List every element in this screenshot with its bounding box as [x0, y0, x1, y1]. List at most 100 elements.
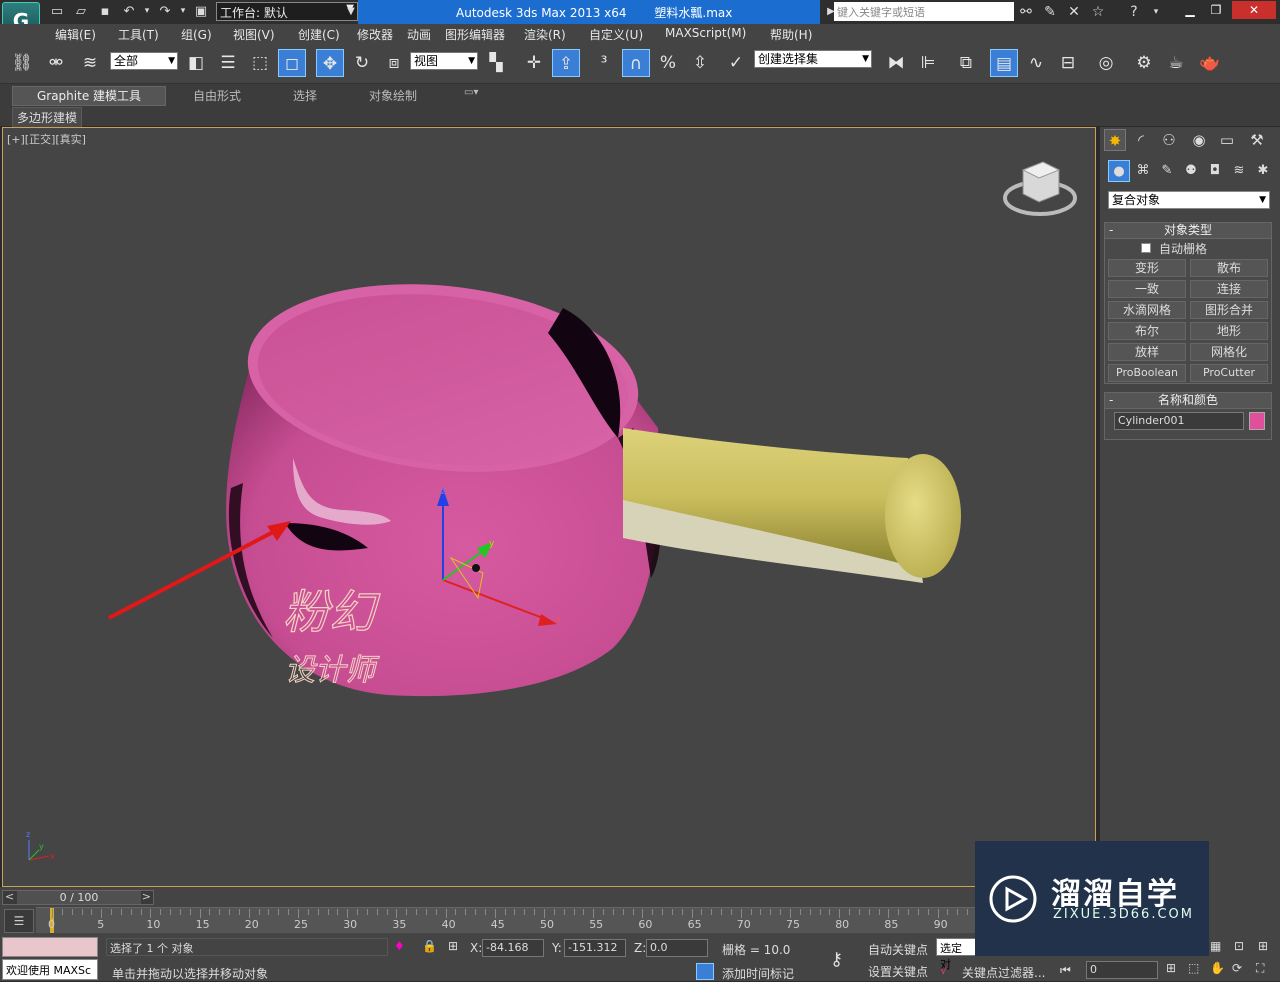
keyboard-shortcut-override-icon[interactable]: ⇪ — [552, 49, 580, 77]
next-frame-icon[interactable]: > — [142, 890, 151, 903]
menu-help[interactable]: 帮助(H) — [770, 26, 812, 43]
redo-icon[interactable]: ↷ — [156, 3, 174, 20]
align-icon[interactable]: ⊫ — [914, 49, 942, 77]
zoom-extents-icon[interactable]: ⊞ — [1166, 961, 1176, 975]
z-coordinate-input[interactable]: 0.0 — [646, 939, 708, 957]
menu-modifiers[interactable]: 修改器 — [357, 26, 393, 43]
menu-tools[interactable]: 工具(T) — [118, 26, 159, 43]
subscription-icon[interactable]: ✎ — [1040, 3, 1060, 21]
autogrid-checkbox[interactable] — [1141, 243, 1151, 253]
select-and-scale-icon[interactable]: ⧈ — [380, 49, 408, 77]
snaps-toggle-icon[interactable]: ³ — [590, 49, 618, 77]
object-color-swatch[interactable] — [1249, 412, 1265, 430]
curve-editor-icon[interactable]: ∿ — [1022, 49, 1050, 77]
menu-customize[interactable]: 自定义(U) — [589, 26, 643, 43]
menu-views[interactable]: 视图(V) — [233, 26, 275, 43]
binoculars-icon[interactable]: ⚯ — [1016, 3, 1036, 21]
track-bar[interactable]: 0 5 10 15 20 25 30 35 40 45 50 55 60 65 70 75 80 85 90 — [36, 907, 976, 933]
viewcube-icon[interactable] — [1003, 161, 1077, 216]
workspace-dropdown[interactable]: 工作台: 默认 ▼ — [216, 2, 358, 21]
selection-lock-icon[interactable]: 🔒 — [422, 939, 437, 953]
blobmesh-button[interactable]: 水滴网格 — [1108, 301, 1186, 319]
isolate-selection-icon[interactable]: ♦ — [394, 939, 405, 953]
mirror-icon[interactable]: ⧓ — [882, 49, 910, 77]
undo-icon[interactable]: ↶ — [120, 3, 138, 20]
rendered-frame-window-icon[interactable]: ☕ — [1162, 49, 1190, 77]
tab-selection[interactable]: 选择 — [293, 87, 317, 104]
schematic-view-icon[interactable]: ⊟ — [1054, 49, 1082, 77]
object-type-header[interactable]: - 对象类型 — [1105, 223, 1271, 239]
connect-button[interactable]: 连接 — [1190, 280, 1268, 298]
select-and-rotate-icon[interactable]: ↻ — [348, 49, 376, 77]
goto-start-icon[interactable]: ⏮ — [1060, 963, 1071, 978]
favorites-star-icon[interactable]: ☆ — [1088, 3, 1108, 21]
auto-key-button[interactable]: 自动关键点 — [868, 941, 928, 958]
menu-graph-editors[interactable]: 图形编辑器 — [445, 26, 505, 43]
space-warps-category-icon[interactable]: ≋ — [1228, 160, 1250, 182]
help-dropdown-icon[interactable]: ▾ — [1146, 3, 1166, 21]
geometry-type-dropdown[interactable]: 复合对象 ▼ — [1108, 191, 1270, 209]
menu-create[interactable]: 创建(C) — [298, 26, 340, 43]
modify-tab-icon[interactable]: ◜ — [1130, 129, 1152, 151]
search-input[interactable]: 键入关键字或短语 — [834, 2, 1014, 21]
bind-space-warp-icon[interactable]: ≋ — [76, 49, 104, 77]
open-file-icon[interactable]: ▱ — [72, 3, 90, 20]
graphite-toggle-icon[interactable]: ▤ — [990, 49, 1018, 77]
cameras-category-icon[interactable]: ⚉ — [1180, 160, 1202, 182]
track-bar-icon[interactable]: ☰ — [4, 909, 34, 933]
redo-dropdown-icon[interactable]: ▾ — [174, 3, 192, 20]
mesher-button[interactable]: 网格化 — [1190, 343, 1268, 361]
helpers-category-icon[interactable]: ◘ — [1204, 160, 1226, 182]
orbit-icon[interactable]: ⟳ — [1232, 961, 1242, 975]
tab-freeform[interactable]: 自由形式 — [193, 87, 241, 104]
procutter-button[interactable]: ProCutter — [1190, 364, 1268, 382]
render-production-icon[interactable]: 🫖 — [1196, 49, 1224, 77]
time-tag-icon[interactable] — [696, 963, 714, 980]
conform-button[interactable]: 一致 — [1108, 280, 1186, 298]
display-tab-icon[interactable]: ▭ — [1216, 129, 1238, 151]
spinner-snap-icon[interactable]: ⇳ — [686, 49, 714, 77]
proboolean-button[interactable]: ProBoolean — [1108, 364, 1186, 382]
menu-animation[interactable]: 动画 — [407, 26, 431, 43]
menu-rendering[interactable]: 渲染(R) — [524, 26, 566, 43]
project-folder-icon[interactable]: ▣ — [192, 3, 210, 20]
lights-category-icon[interactable]: ✎ — [1156, 160, 1178, 182]
tab-object-paint[interactable]: 对象绘制 — [369, 87, 417, 104]
reference-coordinate-dropdown[interactable]: 视图 ▼ — [410, 52, 478, 70]
rectangular-selection-icon[interactable]: ⬚ — [246, 49, 274, 77]
percent-snap-icon[interactable]: % — [654, 49, 682, 77]
terrain-button[interactable]: 地形 — [1190, 322, 1268, 340]
ribbon-options-icon[interactable]: ▭▾ — [464, 87, 478, 98]
named-selection-set-dropdown[interactable]: 创建选择集 ▼ — [754, 50, 872, 68]
set-key-button[interactable]: 设置关键点 — [868, 963, 928, 980]
key-icon[interactable]: ⚷ — [830, 949, 843, 970]
help-icon[interactable]: ? — [1124, 3, 1144, 21]
handle-model[interactable] — [623, 428, 961, 583]
undo-dropdown-icon[interactable]: ▾ — [138, 3, 156, 20]
communication-icon[interactable]: ✕ — [1064, 3, 1084, 21]
time-slider[interactable]: < 0 / 100 > — [2, 890, 154, 905]
object-name-input[interactable]: Cylinder001 — [1114, 412, 1244, 430]
field-of-view-icon[interactable]: ⬚ — [1188, 961, 1199, 975]
current-frame-input[interactable]: 0 — [1086, 961, 1158, 979]
selected-key-dropdown[interactable]: 选定对 — [936, 938, 976, 971]
scatter-button[interactable]: 散布 — [1190, 259, 1268, 277]
material-editor-icon[interactable]: ◎ — [1092, 49, 1120, 77]
morph-button[interactable]: 变形 — [1108, 259, 1186, 277]
render-setup-icon[interactable]: ⚙ — [1130, 49, 1158, 77]
frame-display[interactable]: 0 / 100 — [17, 891, 141, 904]
close-button[interactable]: ✕ — [1232, 1, 1276, 19]
maxscript-mini-listener[interactable]: 欢迎使用 MAXSc — [2, 959, 98, 980]
minimize-button[interactable]: ▁ — [1178, 1, 1202, 19]
pan-hand-icon[interactable]: ✋ — [1210, 961, 1225, 975]
selection-filter-dropdown[interactable]: 全部 ▼ — [110, 52, 178, 70]
select-object-icon[interactable]: ◧ — [182, 49, 210, 77]
tab-graphite-modeling[interactable]: Graphite 建模工具 — [12, 86, 166, 106]
menu-maxscript[interactable]: MAXScript(M) — [665, 26, 746, 40]
unlink-icon[interactable]: ⚮ — [42, 49, 70, 77]
select-by-name-icon[interactable]: ☰ — [214, 49, 242, 77]
select-and-move-icon[interactable]: ✥ — [316, 49, 344, 77]
hierarchy-tab-icon[interactable]: ⚇ — [1158, 129, 1180, 151]
create-tab-icon[interactable]: ✸ — [1104, 129, 1126, 151]
angle-snap-icon[interactable]: ∩ — [622, 49, 650, 77]
